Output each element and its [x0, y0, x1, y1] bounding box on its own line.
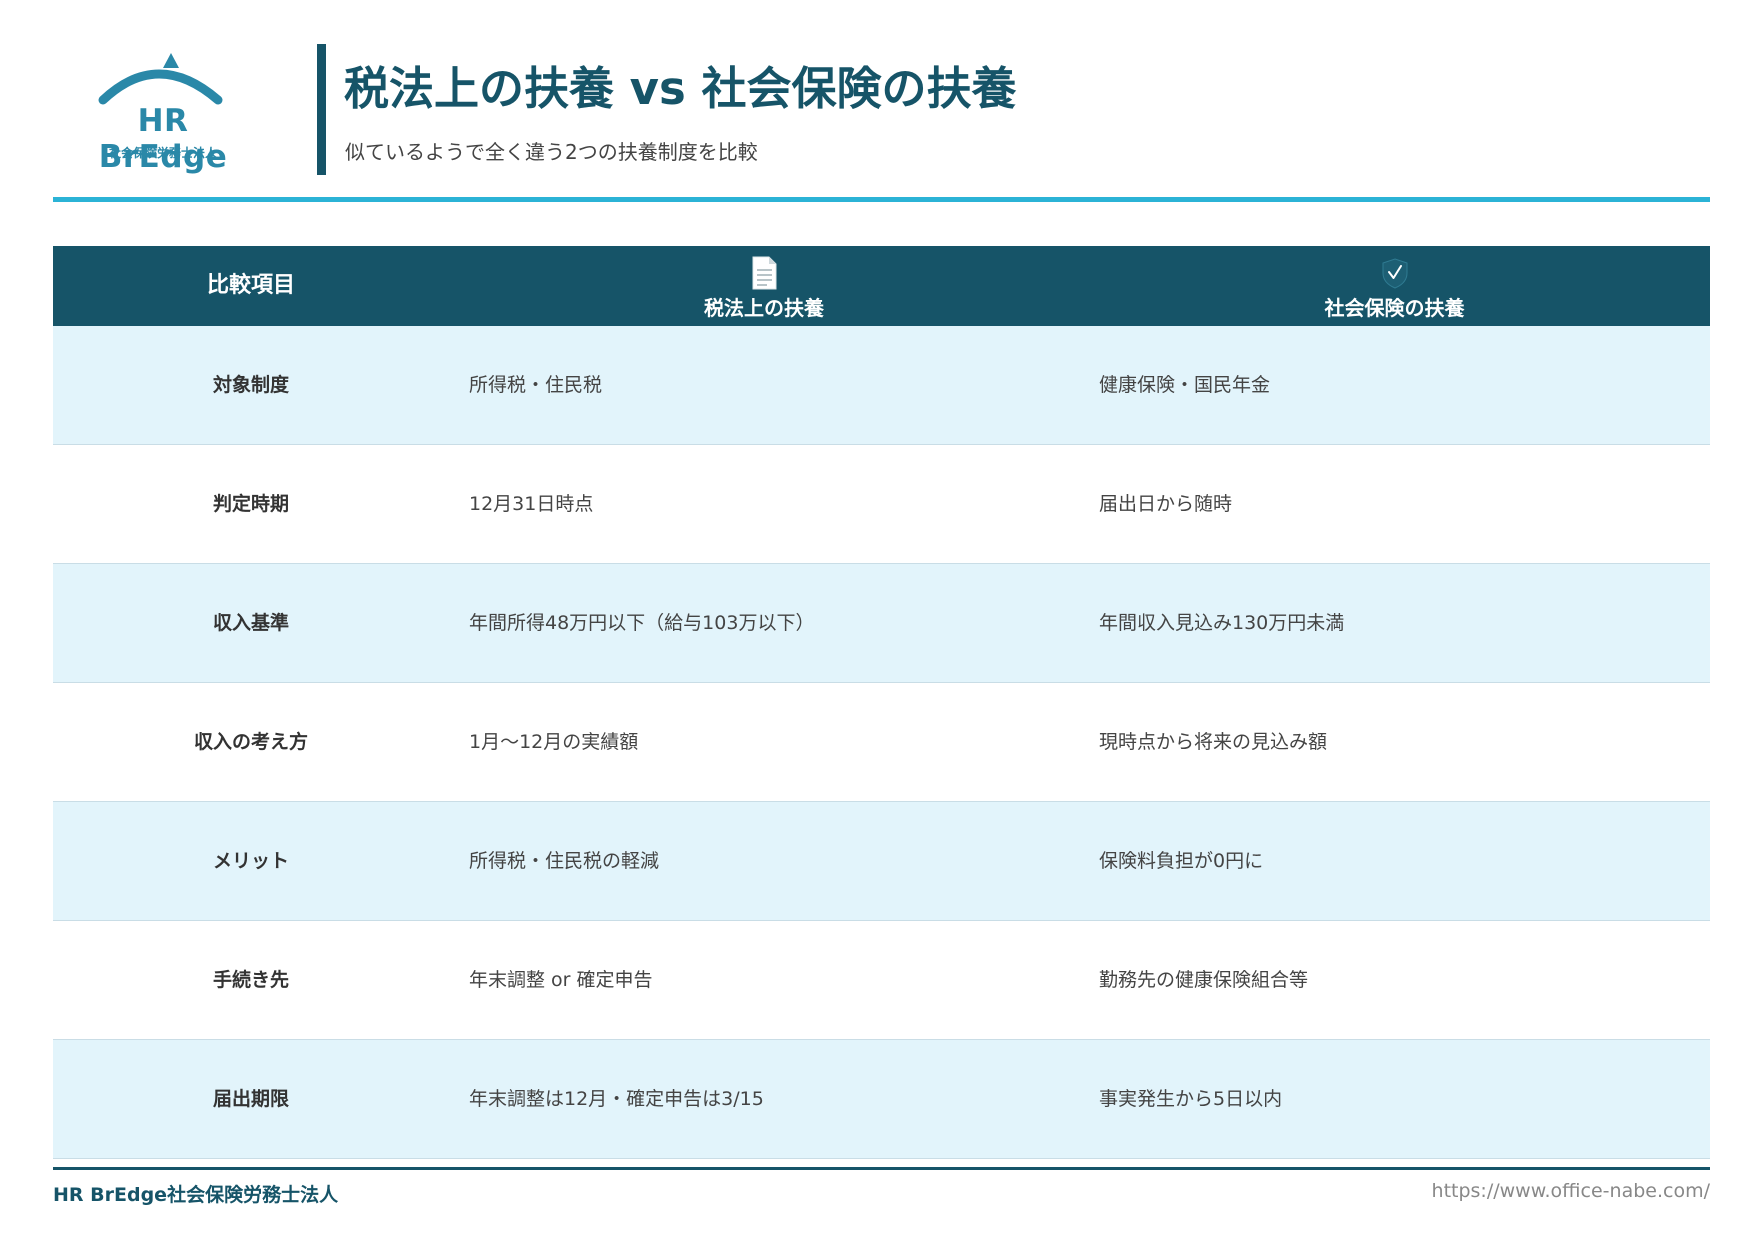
- logo-subtitle: 社会保険労務士法人: [108, 146, 217, 160]
- row-item: 収入の考え方: [193, 731, 308, 753]
- row-social: 事実発生から5日以内: [1099, 1088, 1283, 1110]
- table-row: メリット 所得税・住民税の軽減 保険料負担が0円に: [53, 802, 1710, 921]
- row-item: 収入基準: [212, 612, 289, 634]
- page-title: 税法上の扶養 vs 社会保険の扶養: [344, 62, 1017, 115]
- page: HR BrEdge 社会保険労務士法人 税法上の扶養 vs 社会保険の扶養 似て…: [53, 0, 1710, 1240]
- header-social-label: 社会保険の扶養: [1324, 296, 1465, 320]
- title-accent-bar: [317, 44, 326, 175]
- row-tax: 12月31日時点: [469, 493, 594, 515]
- shield-check-icon: [1382, 258, 1407, 289]
- header-tax-label: 税法上の扶養: [704, 296, 824, 320]
- logo-name: HR BrEdge: [98, 103, 228, 175]
- header: HR BrEdge 社会保険労務士法人 税法上の扶養 vs 社会保険の扶養 似て…: [53, 40, 1710, 180]
- footer-url-link[interactable]: https://www.office-nabe.com/: [1432, 1180, 1710, 1202]
- row-item: メリット: [212, 850, 289, 872]
- header-item: 比較項目: [206, 273, 295, 298]
- row-tax: 年末調整は12月・確定申告は3/15: [469, 1088, 764, 1110]
- row-social: 保険料負担が0円に: [1099, 850, 1264, 872]
- table-header: 比較項目 税法上の扶養 社会保険の扶養: [53, 246, 1710, 326]
- table-row: 対象制度 所得税・住民税 健康保険・国民年金: [53, 326, 1710, 445]
- row-tax: 年末調整 or 確定申告: [469, 969, 653, 991]
- header-social: 社会保険の扶養: [1079, 246, 1710, 326]
- footer-divider: [53, 1167, 1710, 1170]
- table-row: 収入の考え方 1月〜12月の実績額 現時点から将来の見込み額: [53, 683, 1710, 802]
- row-tax: 所得税・住民税の軽減: [469, 850, 660, 872]
- row-tax: 1月〜12月の実績額: [469, 731, 639, 753]
- row-social: 年間収入見込み130万円未満: [1099, 612, 1345, 634]
- table-row: 収入基準 年間所得48万円以下（給与103万以下） 年間収入見込み130万円未満: [53, 564, 1710, 683]
- row-social: 届出日から随時: [1099, 493, 1233, 515]
- row-item: 手続き先: [212, 969, 289, 991]
- logo-arch-icon: [98, 53, 223, 105]
- row-social: 勤務先の健康保険組合等: [1099, 969, 1309, 991]
- comparison-table: 比較項目 税法上の扶養 社会保険の扶養 対象制度 所得税・住民税 健康保険・国民…: [53, 246, 1710, 1159]
- row-tax: 年間所得48万円以下（給与103万以下）: [469, 612, 815, 634]
- row-item: 対象制度: [212, 374, 289, 396]
- row-tax: 所得税・住民税: [469, 374, 603, 396]
- table-row: 手続き先 年末調整 or 確定申告 勤務先の健康保険組合等: [53, 921, 1710, 1040]
- page-subtitle: 似ているようで全く違う2つの扶養制度を比較: [345, 140, 758, 164]
- row-social: 健康保険・国民年金: [1099, 374, 1271, 396]
- header-divider: [53, 197, 1710, 202]
- header-tax: 税法上の扶養: [449, 246, 1079, 326]
- document-icon: [752, 256, 777, 290]
- table-row: 届出期限 年末調整は12月・確定申告は3/15 事実発生から5日以内: [53, 1040, 1710, 1159]
- footer-company: HR BrEdge社会保険労務士法人: [53, 1184, 339, 1206]
- row-item: 判定時期: [212, 493, 289, 515]
- row-social: 現時点から将来の見込み額: [1099, 731, 1328, 753]
- logo: HR BrEdge 社会保険労務士法人: [68, 48, 258, 175]
- table-row: 判定時期 12月31日時点 届出日から随時: [53, 445, 1710, 564]
- row-item: 届出期限: [212, 1088, 289, 1110]
